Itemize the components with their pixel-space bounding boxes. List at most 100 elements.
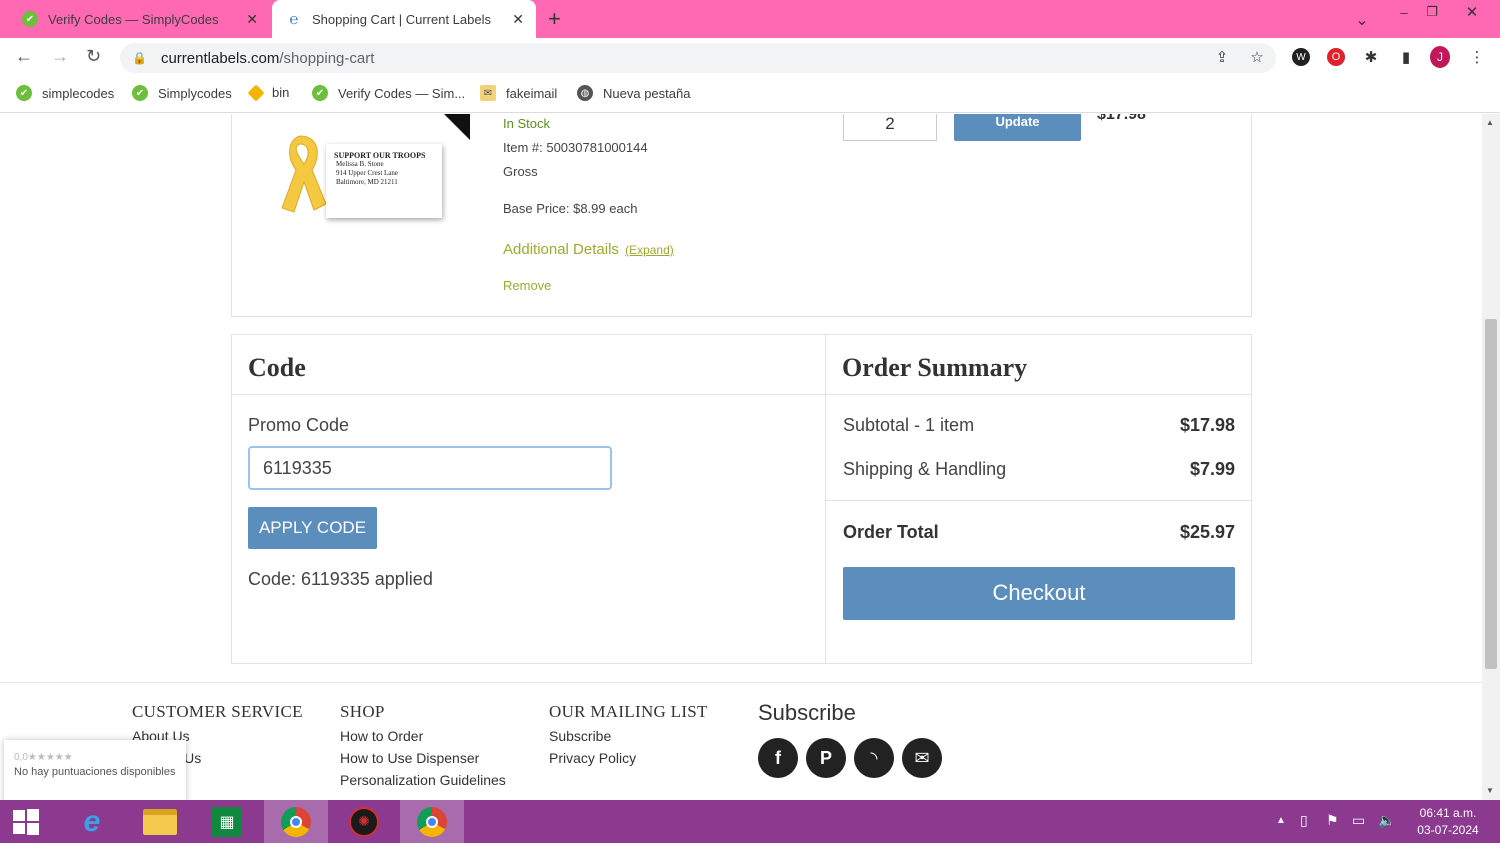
label-line-1: SUPPORT OUR TROOPS xyxy=(334,151,426,160)
extension-w-icon[interactable]: W xyxy=(1291,47,1311,67)
opera-extension-icon[interactable]: O xyxy=(1326,47,1346,67)
divider xyxy=(232,394,825,395)
browser-toolbar: ← → ↻ 🔒 currentlabels.com/shopping-cart … xyxy=(0,38,1500,78)
footer-link-dispenser[interactable]: How to Use Dispenser xyxy=(340,750,506,766)
url-domain: currentlabels.com xyxy=(160,49,280,67)
chrome-window-1-icon[interactable] xyxy=(264,800,328,843)
tray-device-icon[interactable]: ▯ xyxy=(1300,812,1308,829)
divider xyxy=(826,500,1251,501)
tray-volume-icon[interactable]: 🔈 xyxy=(1378,812,1395,829)
apply-code-button[interactable]: APPLY CODE xyxy=(248,507,377,549)
quantity-input[interactable]: 2 xyxy=(843,114,937,141)
file-explorer-icon[interactable] xyxy=(128,800,192,843)
base-price: Base Price: $8.99 each xyxy=(503,201,638,216)
minimize-icon[interactable]: – xyxy=(1392,0,1416,24)
footer-heading: CUSTOMER SERVICE xyxy=(132,702,303,721)
stock-status: In Stock xyxy=(503,116,550,131)
label-line-2: Melissa B. Stone xyxy=(336,160,384,168)
promo-code-label: Promo Code xyxy=(248,415,350,435)
tab-title: Shopping Cart | Current Labels xyxy=(312,11,491,27)
rating-widget[interactable]: 0,0★★★★★ No hay puntuaciones disponibles xyxy=(4,740,186,800)
bookmark-fakeimail[interactable]: ✉ fakeimail xyxy=(480,85,557,101)
product-label-image: SUPPORT OUR TROOPS Melissa B. Stone 914 … xyxy=(278,130,443,220)
pinterest-icon[interactable]: P xyxy=(806,738,846,778)
remove-link[interactable]: Remove xyxy=(503,278,551,293)
tab-verify-codes[interactable]: ✔ Verify Codes — SimplyCodes ✕ xyxy=(8,0,270,38)
bookmark-bin[interactable]: bin xyxy=(247,84,289,101)
footer-shop: SHOP How to Order How to Use Dispenser P… xyxy=(340,702,506,788)
browser-tab-bar: ✔ Verify Codes — SimplyCodes ✕ ℮ Shoppin… xyxy=(0,0,1500,38)
share-icon[interactable]: ⇪ xyxy=(1212,47,1232,67)
simplycodes-favicon-icon: ✔ xyxy=(22,11,38,27)
store-icon[interactable]: ▦ xyxy=(195,800,259,843)
restore-icon[interactable]: ❐ xyxy=(1420,0,1444,24)
tray-flag-icon[interactable]: ⚑ xyxy=(1326,812,1339,829)
close-window-icon[interactable]: ✕ xyxy=(1450,0,1494,24)
address-bar[interactable]: 🔒 currentlabels.com/shopping-cart xyxy=(120,43,1276,73)
back-arrow-icon[interactable]: ← xyxy=(15,46,33,67)
extensions-puzzle-icon[interactable]: ✱ xyxy=(1361,47,1381,67)
footer-heading: SHOP xyxy=(340,702,385,721)
envelope-icon: ✉ xyxy=(480,85,496,101)
bookmark-simplecodes[interactable]: ✔ simplecodes xyxy=(16,85,114,101)
chrome-window-2-icon[interactable] xyxy=(400,800,464,843)
footer-link-personalization[interactable]: Personalization Guidelines xyxy=(340,772,506,788)
forward-arrow-icon[interactable]: → xyxy=(51,46,69,67)
footer-divider xyxy=(0,682,1482,683)
code-panel-title: Code xyxy=(248,353,306,382)
internet-explorer-icon[interactable]: e xyxy=(60,800,124,843)
globe-icon: ◍ xyxy=(577,85,593,101)
close-tab-icon[interactable]: ✕ xyxy=(512,11,524,28)
profile-avatar[interactable]: J xyxy=(1430,46,1450,68)
tray-chevron-icon[interactable]: ▲ xyxy=(1276,815,1286,826)
side-panel-icon[interactable]: ▮ xyxy=(1396,47,1416,67)
current-labels-favicon-icon: ℮ xyxy=(289,10,299,28)
subtotal-value: $17.98 xyxy=(1179,415,1235,435)
simplycodes-favicon-icon: ✔ xyxy=(16,85,32,101)
footer-link-privacy[interactable]: Privacy Policy xyxy=(549,750,708,766)
bookmark-nueva-pestana[interactable]: ◍ Nueva pestaña xyxy=(577,85,690,101)
clock-date: 03-07-2024 xyxy=(1417,823,1479,837)
footer-link-how-to-order[interactable]: How to Order xyxy=(340,728,506,744)
bookmark-simplycodes[interactable]: ✔ Simplycodes xyxy=(132,85,232,101)
bookmark-label: Nueva pestaña xyxy=(603,85,691,101)
tab-search-chevron-icon[interactable]: ⌄ xyxy=(1350,8,1374,32)
social-icons: f P ◝ ✉ xyxy=(758,738,950,778)
tray-network-icon[interactable]: ▭ xyxy=(1352,812,1365,829)
new-tab-icon[interactable]: + xyxy=(548,6,561,32)
bookmark-verify-codes[interactable]: ✔ Verify Codes — Sim... xyxy=(312,85,465,101)
subscribe-heading: Subscribe xyxy=(758,700,856,725)
order-total-row: Order Total $25.97 xyxy=(843,522,1235,543)
rss-icon[interactable]: ◝ xyxy=(854,738,894,778)
promo-code-input[interactable]: 6119335 xyxy=(248,446,612,490)
rating-message: No hay puntuaciones disponibles xyxy=(14,766,176,778)
footer-subscribe: Subscribe f P ◝ ✉ xyxy=(758,700,950,778)
scroll-up-arrow-icon[interactable]: ▲ xyxy=(1486,118,1494,127)
bookmark-label: Verify Codes — Sim... xyxy=(338,85,466,101)
code-panel: Code Promo Code 6119335 APPLY CODE Code:… xyxy=(231,334,826,664)
update-button[interactable]: Update xyxy=(954,114,1081,141)
menu-kebab-icon[interactable]: ⋮ xyxy=(1467,47,1487,67)
tab-shopping-cart[interactable]: ℮ Shopping Cart | Current Labels ✕ xyxy=(272,0,536,38)
facebook-icon[interactable]: f xyxy=(758,738,798,778)
taskbar-clock[interactable]: 06:41 a.m. 03-07-2024 xyxy=(1408,805,1488,839)
scroll-thumb[interactable] xyxy=(1485,319,1497,669)
expand-link[interactable]: (Expand) xyxy=(625,243,674,257)
bookmark-star-icon[interactable]: ☆ xyxy=(1247,47,1267,67)
checkout-button[interactable]: Checkout xyxy=(843,567,1235,620)
label-line-3: 914 Upper Crest Lane xyxy=(336,169,399,177)
order-summary-title: Order Summary xyxy=(842,353,1028,382)
reload-icon[interactable]: ↻ xyxy=(86,46,101,67)
scroll-down-arrow-icon[interactable]: ▼ xyxy=(1486,786,1494,795)
windows-start-icon[interactable] xyxy=(0,800,52,843)
subtotal-row: Subtotal - 1 item $17.98 xyxy=(843,415,1235,436)
email-icon[interactable]: ✉ xyxy=(902,738,942,778)
close-tab-icon[interactable]: ✕ xyxy=(246,11,258,28)
order-total-label: Order Total xyxy=(843,522,939,542)
app-red-icon[interactable]: ✺ xyxy=(332,800,396,843)
additional-details-label: Additional Details xyxy=(503,241,619,258)
footer-link-subscribe[interactable]: Subscribe xyxy=(549,728,708,744)
page-scrollbar[interactable]: ▲ ▼ xyxy=(1482,114,1500,800)
clock-time: 06:41 a.m. xyxy=(1419,806,1477,820)
windows-taskbar: e ▦ ✺ ▲ ▯ ⚑ ▭ 🔈 06:41 a.m. 03-07-2024 xyxy=(0,800,1500,843)
